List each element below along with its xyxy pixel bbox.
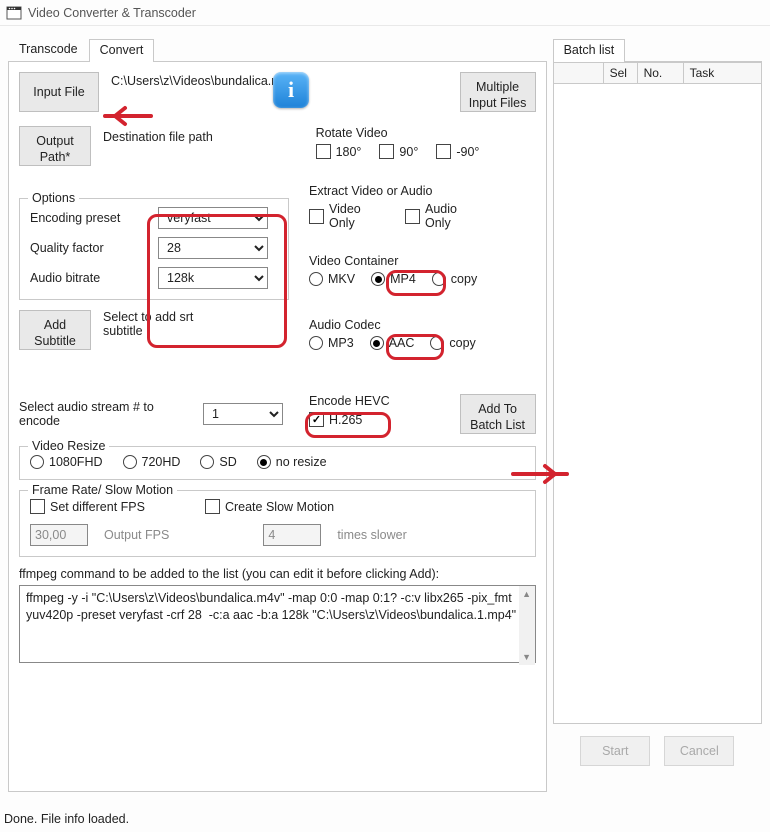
container-mp4-radio[interactable] bbox=[371, 272, 385, 286]
container-mkv-label: MKV bbox=[328, 272, 355, 286]
extract-title: Extract Video or Audio bbox=[309, 184, 529, 198]
left-tabs: Transcode Convert bbox=[8, 38, 547, 62]
resize-legend: Video Resize bbox=[28, 439, 109, 453]
rotate-180-checkbox[interactable] bbox=[316, 144, 331, 159]
fps-legend: Frame Rate/ Slow Motion bbox=[28, 483, 177, 497]
col-task[interactable]: Task bbox=[684, 63, 761, 83]
tab-batch-list[interactable]: Batch list bbox=[553, 39, 626, 62]
video-only-label: Video Only bbox=[329, 202, 369, 230]
resize-none-label: no resize bbox=[276, 455, 327, 469]
textarea-scrollbar[interactable]: ▲ ▼ bbox=[519, 586, 535, 665]
rotate-neg90-checkbox[interactable] bbox=[436, 144, 451, 159]
output-path-button[interactable]: Output Path* bbox=[19, 126, 91, 166]
rotate-180-label: 180° bbox=[336, 145, 362, 159]
acodec-copy-radio[interactable] bbox=[430, 336, 444, 350]
destination-label: Destination file path bbox=[103, 126, 213, 144]
scroll-up-icon[interactable]: ▲ bbox=[519, 586, 535, 602]
add-to-batch-button[interactable]: Add To Batch List bbox=[460, 394, 536, 434]
convert-panel: Input File C:\Users\z\Videos\bundalica.m… bbox=[8, 62, 547, 792]
status-bar: Done. File info loaded. bbox=[4, 812, 129, 826]
resize-720-radio[interactable] bbox=[123, 455, 137, 469]
audio-only-checkbox[interactable] bbox=[405, 209, 420, 224]
resize-sd-radio[interactable] bbox=[200, 455, 214, 469]
slow-motion-label: Create Slow Motion bbox=[225, 500, 334, 514]
abitrate-select[interactable]: 128k bbox=[158, 267, 268, 289]
tab-convert[interactable]: Convert bbox=[89, 39, 155, 62]
title-bar: Video Converter & Transcoder bbox=[0, 0, 770, 26]
acodec-copy-label: copy bbox=[449, 336, 475, 350]
acodec-title: Audio Codec bbox=[309, 318, 539, 332]
rotate-neg90-label: -90° bbox=[456, 145, 479, 159]
hevc-title: Encode HEVC bbox=[309, 394, 390, 408]
set-fps-label: Set different FPS bbox=[50, 500, 145, 514]
input-file-path: C:\Users\z\Videos\bundalica.m4v bbox=[111, 72, 261, 88]
input-file-button[interactable]: Input File bbox=[19, 72, 99, 112]
batch-table-body bbox=[553, 84, 762, 724]
add-subtitle-button[interactable]: Add Subtitle bbox=[19, 310, 91, 350]
container-mp4-label: MP4 bbox=[390, 272, 416, 286]
times-slower-input[interactable] bbox=[263, 524, 321, 546]
video-only-checkbox[interactable] bbox=[309, 209, 324, 224]
resize-1080-label: 1080FHD bbox=[49, 455, 103, 469]
rotate-title: Rotate Video bbox=[316, 126, 536, 140]
ffmpeg-caption: ffmpeg command to be added to the list (… bbox=[19, 567, 536, 581]
resize-none-radio[interactable] bbox=[257, 455, 271, 469]
col-no[interactable]: No. bbox=[638, 63, 684, 83]
options-fieldset: Options Encoding preset veryfast Quality… bbox=[19, 198, 289, 300]
quality-select[interactable]: 28 bbox=[158, 237, 268, 259]
set-fps-checkbox[interactable] bbox=[30, 499, 45, 514]
container-copy-label: copy bbox=[451, 272, 477, 286]
right-tabs: Batch list bbox=[553, 38, 762, 62]
hevc-checkbox[interactable] bbox=[309, 412, 324, 427]
rotate-90-label: 90° bbox=[399, 145, 418, 159]
resize-fieldset: Video Resize 1080FHD 720HD SD no resize bbox=[19, 446, 536, 480]
acodec-mp3-radio[interactable] bbox=[309, 336, 323, 350]
options-legend: Options bbox=[28, 191, 79, 205]
multiple-input-files-button[interactable]: Multiple Input Files bbox=[460, 72, 536, 112]
app-icon bbox=[6, 5, 22, 21]
audio-only-label: Audio Only bbox=[425, 202, 465, 230]
preset-label: Encoding preset bbox=[30, 211, 150, 225]
resize-720-label: 720HD bbox=[142, 455, 181, 469]
resize-1080-radio[interactable] bbox=[30, 455, 44, 469]
rotate-90-checkbox[interactable] bbox=[379, 144, 394, 159]
ffmpeg-command-textarea[interactable]: ffmpeg -y -i "C:\Users\z\Videos\bundalic… bbox=[19, 585, 536, 663]
container-mkv-radio[interactable] bbox=[309, 272, 323, 286]
start-button[interactable]: Start bbox=[580, 736, 650, 766]
col-sel[interactable]: Sel bbox=[604, 63, 638, 83]
audio-stream-select[interactable]: 1 bbox=[203, 403, 283, 425]
subtitle-hint: Select to add srt subtitle bbox=[103, 310, 223, 338]
container-title: Video Container bbox=[309, 254, 539, 268]
fps-fieldset: Frame Rate/ Slow Motion Set different FP… bbox=[19, 490, 536, 557]
output-fps-label: Output FPS bbox=[104, 528, 169, 542]
audio-stream-label: Select audio stream # to encode bbox=[19, 400, 189, 428]
batch-table-header: Sel No. Task bbox=[553, 62, 762, 84]
preset-select[interactable]: veryfast bbox=[158, 207, 268, 229]
col-blank[interactable] bbox=[554, 63, 604, 83]
info-icon: i bbox=[273, 72, 309, 108]
acodec-aac-radio[interactable] bbox=[370, 336, 384, 350]
tab-transcode[interactable]: Transcode bbox=[8, 38, 89, 61]
resize-sd-label: SD bbox=[219, 455, 236, 469]
acodec-aac-label: AAC bbox=[389, 336, 415, 350]
output-fps-input[interactable] bbox=[30, 524, 88, 546]
times-slower-label: times slower bbox=[337, 528, 406, 542]
hevc-label: H.265 bbox=[329, 413, 362, 427]
slow-motion-checkbox[interactable] bbox=[205, 499, 220, 514]
container-copy-radio[interactable] bbox=[432, 272, 446, 286]
quality-label: Quality factor bbox=[30, 241, 150, 255]
window-title: Video Converter & Transcoder bbox=[28, 6, 196, 20]
scroll-down-icon[interactable]: ▼ bbox=[519, 649, 535, 665]
acodec-mp3-label: MP3 bbox=[328, 336, 354, 350]
abitrate-label: Audio bitrate bbox=[30, 271, 150, 285]
cancel-button[interactable]: Cancel bbox=[664, 736, 734, 766]
